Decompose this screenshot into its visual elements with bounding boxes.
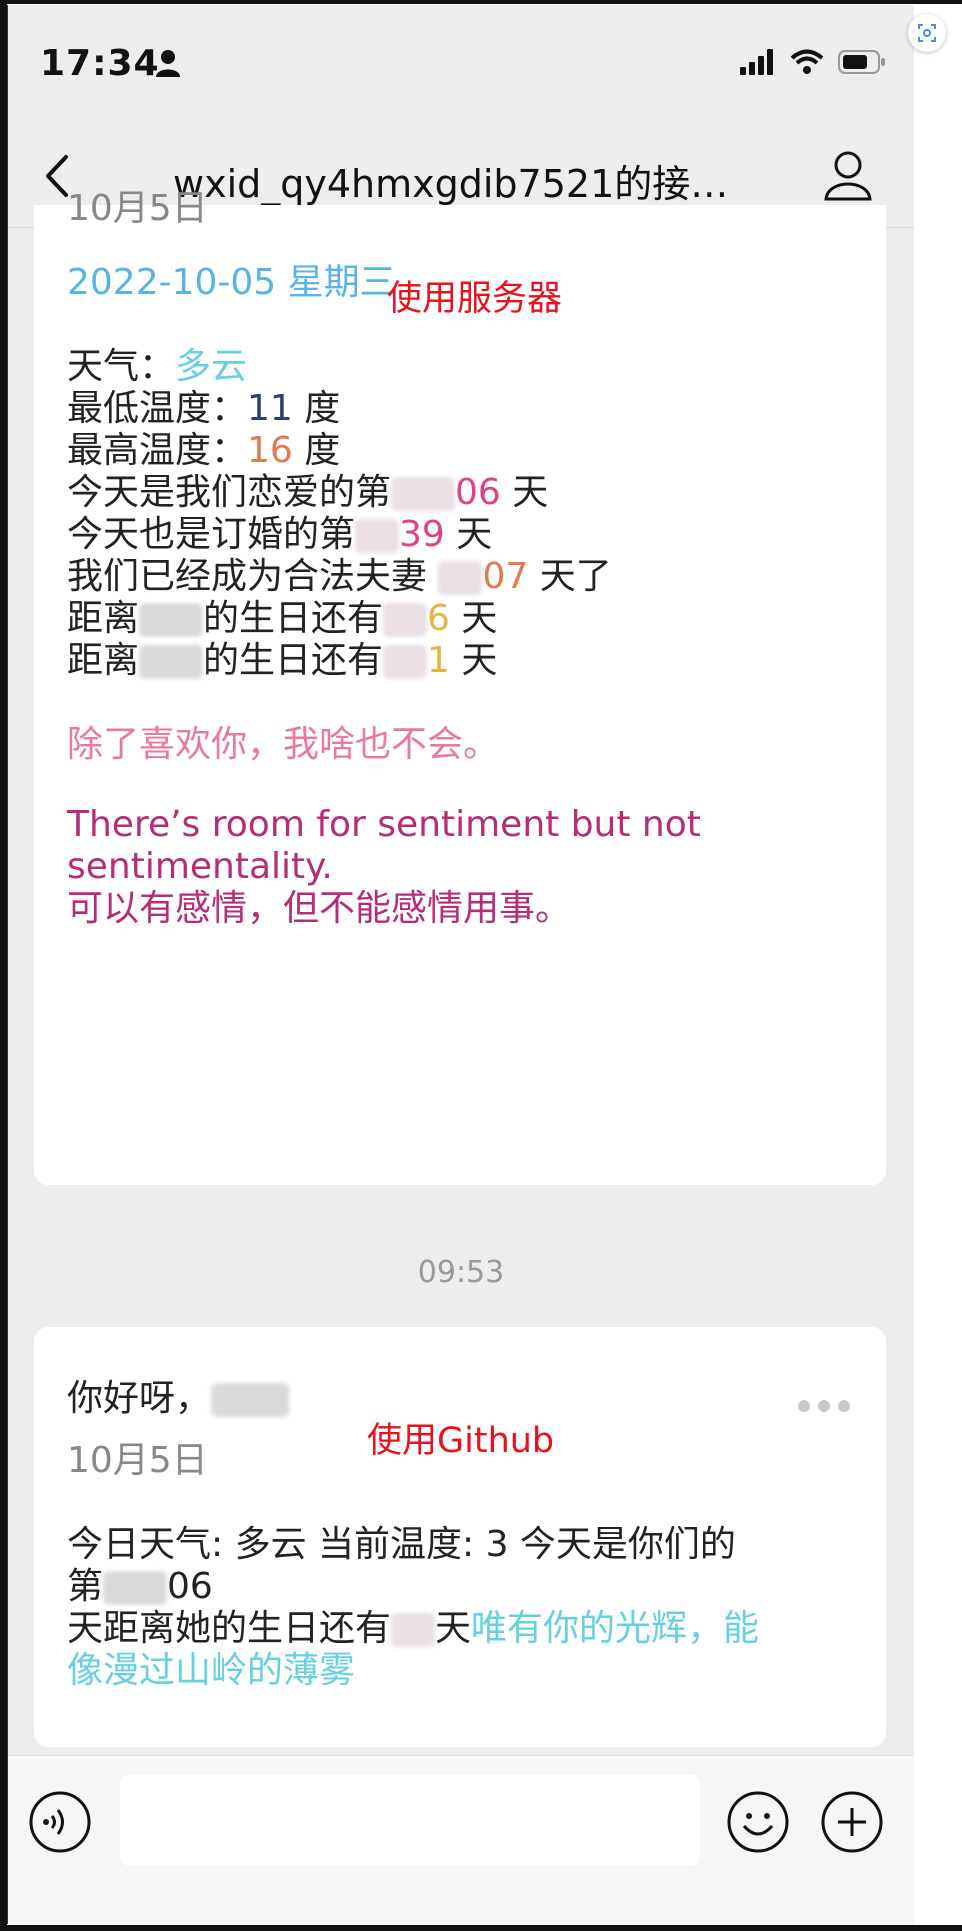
birthday-line-2: 距离 的生日还有 1 天 — [67, 640, 498, 681]
summary-line-4: 像漫过山岭的薄雾 — [67, 1650, 356, 1691]
quote-english-1: There’s room for sentiment but not — [67, 804, 701, 845]
voice-icon[interactable] — [28, 1790, 92, 1854]
status-time: 17:34 — [40, 43, 160, 84]
message-timestamp: 09:53 — [417, 1255, 505, 1290]
scan-icon[interactable] — [908, 14, 946, 52]
greeting-line: 你好呀， — [67, 1377, 290, 1421]
weather-line: 天气：多云 — [67, 346, 248, 387]
signal-icon — [740, 49, 773, 75]
summary-line-2: 第 06 — [67, 1566, 213, 1607]
status-bar: 17:34 — [8, 5, 914, 123]
status-icons — [740, 49, 886, 75]
emoji-icon[interactable] — [726, 1790, 790, 1854]
battery-icon — [838, 50, 885, 74]
engaged-days-line: 今天也是订婚的第 39 天 — [67, 514, 493, 555]
full-date: 2022-10-05 星期三 — [67, 262, 396, 303]
person-icon[interactable] — [822, 149, 874, 203]
summary-line-3: 天距离她的生日还有 天唯有你的光辉，能 — [67, 1608, 760, 1649]
love-sentence: 除了喜欢你，我啥也不会。 — [67, 724, 500, 765]
input-toolbar — [8, 1755, 914, 1924]
min-temp-line: 最低温度：11 度 — [67, 388, 341, 429]
message-input[interactable] — [120, 1774, 700, 1866]
summary-line-1: 今日天气: 多云 当前温度: 3 今天是你们的 — [67, 1524, 736, 1565]
card-date: 10月5日 — [67, 188, 208, 229]
plus-icon[interactable] — [820, 1790, 884, 1854]
message-card-github[interactable]: 你好呀， 10月5日 使用Github 今日天气: 多云 当前温度: 3 今天是… — [34, 1327, 886, 1747]
more-options-icon[interactable] — [798, 1400, 850, 1412]
card-date: 10月5日 — [67, 1440, 208, 1481]
love-days-line: 今天是我们恋爱的第 06 天 — [67, 472, 549, 513]
person-status-icon — [156, 50, 180, 77]
annotation-server: 使用服务器 — [387, 279, 563, 319]
message-card-server[interactable]: 10月5日 2022-10-05 星期三 使用服务器 天气：多云 最低温度：11… — [34, 188, 886, 1185]
wifi-icon — [790, 49, 824, 74]
married-days-line: 我们已经成为合法夫妻 07 天了 — [67, 556, 612, 597]
annotation-github: 使用Github — [367, 1421, 555, 1461]
max-temp-line: 最高温度：16 度 — [67, 430, 341, 471]
chat-title: wxid_qy4hmxgdib7521的接… — [173, 162, 729, 206]
quote-english-2: sentimentality. — [67, 846, 333, 887]
phone-screen: 17:34 wxid_qy4hmxgdib7521的接… 10月5日 2022-… — [7, 5, 914, 1924]
quote-chinese: 可以有感情，但不能感情用事。 — [67, 888, 572, 929]
birthday-line-1: 距离 的生日还有 6 天 — [67, 598, 498, 639]
